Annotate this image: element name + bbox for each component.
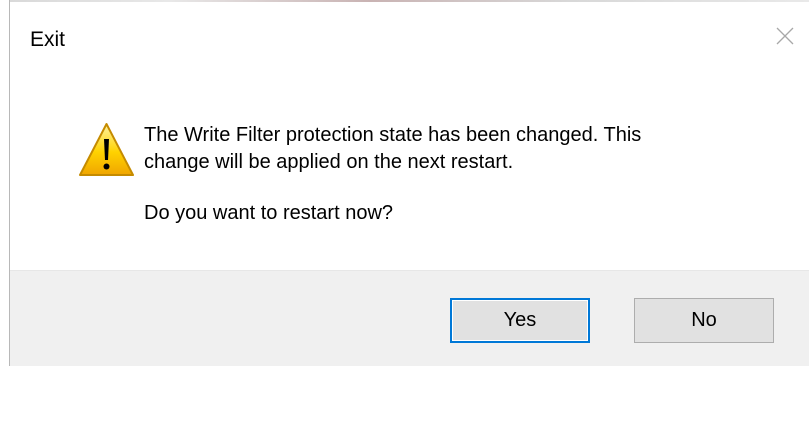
message-line-1: The Write Filter protection state has be…: [144, 124, 642, 146]
warning-icon: [77, 121, 136, 180]
button-bar: Yes No: [10, 270, 809, 366]
exit-dialog: Exit The Write Filter protection state h…: [9, 0, 809, 366]
yes-button[interactable]: Yes: [450, 298, 590, 343]
desktop-screen: Exit The Write Filter protection state h…: [0, 0, 809, 448]
dialog-message: The Write Filter protection state has be…: [144, 122, 774, 176]
restart-question: Do you want to restart now?: [144, 202, 394, 224]
message-line-2: change will be applied on the next resta…: [144, 151, 514, 173]
no-button[interactable]: No: [634, 298, 774, 343]
